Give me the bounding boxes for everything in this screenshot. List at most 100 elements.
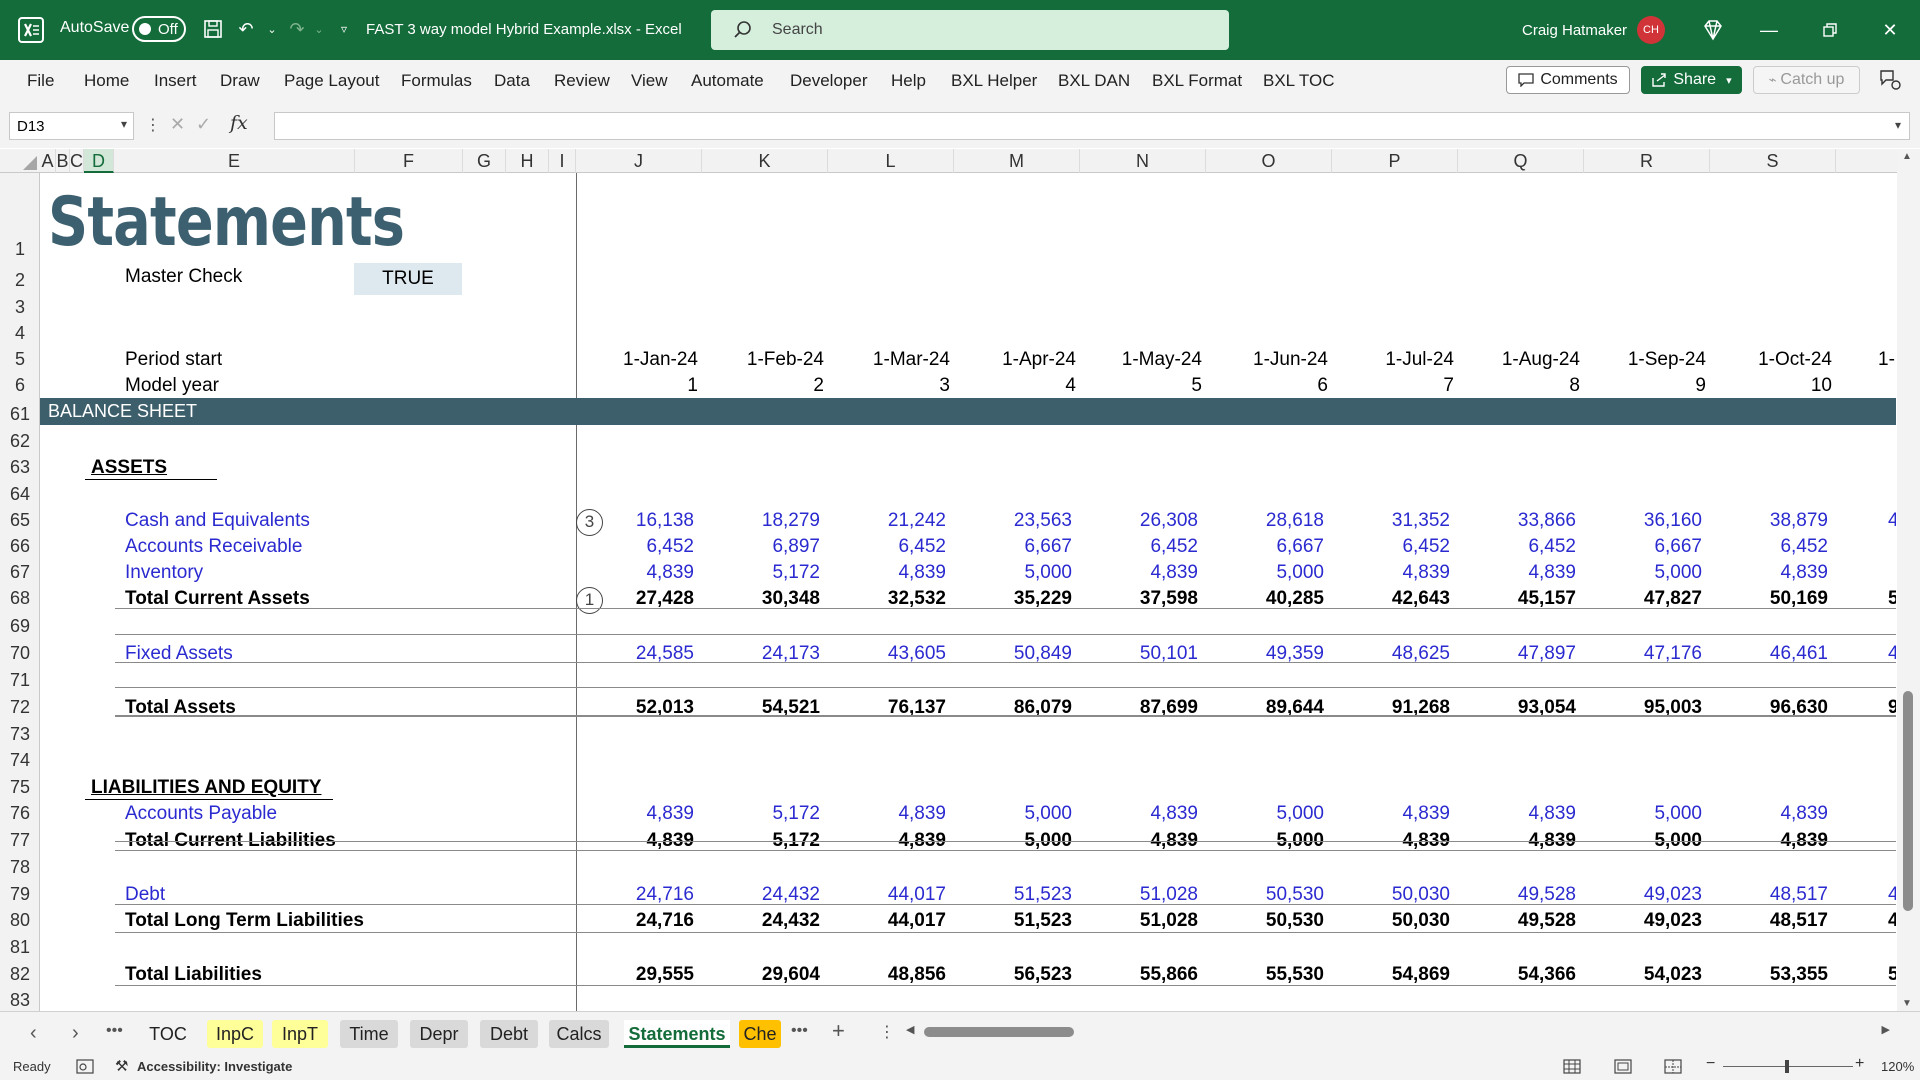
line-item-value[interactable]: 4,839 <box>1332 803 1450 825</box>
line-item-value[interactable]: 48,856 <box>828 964 946 986</box>
line-item-value[interactable]: 5,000 <box>1206 562 1324 584</box>
sheet-tab-che[interactable]: Che <box>739 1020 781 1048</box>
col-header-m[interactable]: M <box>954 149 1080 173</box>
undo-icon[interactable]: ↶ <box>232 15 260 43</box>
autosave-toggle[interactable]: Off <box>132 16 186 42</box>
scroll-thumb[interactable] <box>1903 691 1913 911</box>
expand-formula-icon[interactable]: ▾ <box>1895 118 1901 132</box>
row-header[interactable]: 66 <box>0 536 40 557</box>
row-header[interactable]: 3 <box>0 297 40 318</box>
line-item-value[interactable]: 51,028 <box>1080 910 1198 932</box>
add-sheet-icon[interactable]: + <box>832 1018 845 1044</box>
line-item-value[interactable]: 5,000 <box>954 562 1072 584</box>
line-item-value[interactable]: 45,157 <box>1458 588 1576 610</box>
line-item-value[interactable]: 6,452 <box>1710 536 1828 558</box>
zoom-level[interactable]: 120% <box>1881 1059 1914 1074</box>
line-item-value[interactable]: 4,839 <box>576 562 694 584</box>
line-item-value[interactable]: 6,667 <box>1206 536 1324 558</box>
col-header-r[interactable]: R <box>1584 149 1710 173</box>
sheet-tab-inpt[interactable]: InpT <box>272 1020 328 1048</box>
accessibility-status[interactable]: Accessibility: Investigate <box>137 1059 292 1074</box>
tab-help[interactable]: Help <box>891 71 926 91</box>
line-item-value[interactable]: 48,517 <box>1710 884 1828 906</box>
accessibility-icon[interactable]: ⚒ <box>115 1057 128 1075</box>
customize-qat-icon[interactable]: ▿ <box>330 15 358 43</box>
line-item-value[interactable]: 21,242 <box>828 510 946 532</box>
line-item-value[interactable]: 51,028 <box>1080 884 1198 906</box>
line-item-value[interactable]: 4,839 <box>1710 803 1828 825</box>
row-header[interactable]: 62 <box>0 431 40 452</box>
restore-icon[interactable] <box>1815 15 1845 45</box>
save-icon[interactable] <box>199 15 227 43</box>
insert-function-icon[interactable]: fx <box>230 112 248 134</box>
row-header[interactable]: 5 <box>0 349 40 370</box>
line-item-value[interactable]: 26,308 <box>1080 510 1198 532</box>
tab-bxl-toc[interactable]: BXL TOC <box>1263 71 1335 91</box>
tab-page-layout[interactable]: Page Layout <box>284 71 379 91</box>
line-item-value[interactable]: 6,897 <box>702 536 820 558</box>
sheet-tab-depr[interactable]: Depr <box>410 1020 468 1048</box>
sheet-tab-calcs[interactable]: Calcs <box>549 1020 609 1048</box>
row-header[interactable]: 2 <box>0 270 40 291</box>
line-item-value[interactable]: 44,017 <box>828 910 946 932</box>
line-item-value[interactable]: 6,452 <box>828 536 946 558</box>
line-item-value[interactable]: 37,598 <box>1080 588 1198 610</box>
tab-insert[interactable]: Insert <box>154 71 197 91</box>
line-item-value[interactable]: 49,528 <box>1458 910 1576 932</box>
line-item-value[interactable]: 50,030 <box>1332 910 1450 932</box>
line-item-value[interactable]: 24,716 <box>576 910 694 932</box>
row-header[interactable]: 69 <box>0 616 40 637</box>
line-item-value[interactable]: 4,839 <box>576 803 694 825</box>
col-header-o[interactable]: O <box>1206 149 1332 173</box>
col-header-n[interactable]: N <box>1080 149 1206 173</box>
row-header[interactable]: 71 <box>0 670 40 691</box>
col-header-q[interactable]: Q <box>1458 149 1584 173</box>
macro-record-icon[interactable] <box>76 1059 94 1074</box>
tab-file[interactable]: File <box>27 71 54 91</box>
row-header[interactable]: 64 <box>0 484 40 505</box>
row-header[interactable]: 67 <box>0 562 40 583</box>
line-item-value[interactable]: 50,169 <box>1710 588 1828 610</box>
col-header-e[interactable]: E <box>114 149 355 173</box>
scroll-up-icon[interactable]: ▲ <box>1902 151 1912 162</box>
line-item-value[interactable]: 50,530 <box>1206 910 1324 932</box>
line-item-value[interactable]: 4,839 <box>1458 803 1576 825</box>
col-header-j[interactable]: J <box>576 149 702 173</box>
sheet-tab-debt[interactable]: Debt <box>480 1020 538 1048</box>
line-item-value[interactable]: 49,528 <box>1458 884 1576 906</box>
tab-formulas[interactable]: Formulas <box>401 71 472 91</box>
line-item-value[interactable]: 29,604 <box>702 964 820 986</box>
col-header-c[interactable]: C <box>70 149 84 173</box>
row-header[interactable]: 80 <box>0 910 40 931</box>
line-item-value[interactable]: 31,352 <box>1332 510 1450 532</box>
line-item-value[interactable]: 51,523 <box>954 910 1072 932</box>
tab-view[interactable]: View <box>631 71 668 91</box>
line-item-value[interactable]: 24,432 <box>702 884 820 906</box>
line-item-value[interactable]: 24,716 <box>576 884 694 906</box>
line-item-value[interactable]: 38,879 <box>1710 510 1828 532</box>
line-item-value[interactable]: 5,000 <box>1584 803 1702 825</box>
line-item-value[interactable]: 29,555 <box>576 964 694 986</box>
row-header[interactable]: 65 <box>0 510 40 531</box>
normal-view-icon[interactable] <box>1563 1059 1581 1074</box>
premium-diamond-icon[interactable] <box>1700 17 1726 43</box>
undo-dropdown-icon[interactable]: ⌄ <box>258 15 286 43</box>
row-header[interactable]: 82 <box>0 964 40 985</box>
line-item-value[interactable]: 4,839 <box>1332 562 1450 584</box>
zoom-in-icon[interactable]: + <box>1855 1055 1864 1073</box>
line-item-value[interactable]: 4,839 <box>1080 562 1198 584</box>
row-header[interactable]: 81 <box>0 937 40 958</box>
line-item-value[interactable]: 50,030 <box>1332 884 1450 906</box>
user-name[interactable]: Craig Hatmaker <box>1522 22 1627 39</box>
tab-automate[interactable]: Automate <box>691 71 764 91</box>
line-item-value[interactable]: 42,643 <box>1332 588 1450 610</box>
sheet-tab-inpc[interactable]: InpC <box>207 1020 263 1048</box>
line-item-value[interactable]: 54,366 <box>1458 964 1576 986</box>
row-header[interactable]: 68 <box>0 588 40 609</box>
tab-review[interactable]: Review <box>554 71 610 91</box>
line-item-value[interactable]: 56,523 <box>954 964 1072 986</box>
chevron-down-icon[interactable]: ▾ <box>1726 74 1732 87</box>
col-header-d[interactable]: D <box>84 149 114 173</box>
col-header-k[interactable]: K <box>702 149 828 173</box>
line-item-value[interactable]: 53,355 <box>1710 964 1828 986</box>
